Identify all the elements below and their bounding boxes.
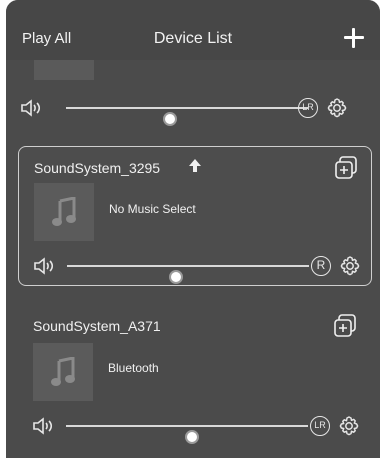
volume-slider[interactable]: [66, 107, 308, 126]
volume-slider-knob[interactable]: [184, 430, 199, 444]
music-note-icon: [51, 357, 75, 386]
gear-icon[interactable]: [338, 415, 360, 437]
volume-row: R: [19, 253, 371, 284]
speaker-icon[interactable]: [33, 417, 55, 435]
device-name: SoundSystem_A371: [33, 318, 161, 334]
volume-row: LR: [18, 413, 370, 444]
channel-lr-icon[interactable]: LR: [298, 98, 318, 118]
device-card[interactable]: SoundSystem_A371 Bluetooth LR: [18, 305, 370, 445]
channel-lr-icon[interactable]: LR: [310, 416, 330, 436]
music-status: Bluetooth: [108, 361, 159, 375]
gear-icon[interactable]: [339, 255, 361, 277]
volume-slider-knob[interactable]: [163, 112, 178, 126]
page-title: Device List: [153, 30, 233, 47]
device-list-screen: Play All Device List LR SoundSystem_3295: [6, 0, 380, 458]
add-to-group-icon[interactable]: [332, 313, 358, 339]
volume-row: LR: [6, 95, 358, 126]
volume-slider[interactable]: [66, 425, 308, 444]
speaker-icon[interactable]: [21, 99, 43, 117]
gear-icon[interactable]: [326, 97, 348, 119]
album-thumbnail: [34, 60, 94, 80]
plus-icon[interactable]: [344, 28, 364, 48]
channel-r-icon[interactable]: R: [311, 256, 331, 276]
volume-slider[interactable]: [67, 265, 309, 284]
volume-slider-knob[interactable]: [168, 270, 183, 284]
speaker-icon[interactable]: [34, 257, 56, 275]
album-thumbnail: [34, 183, 94, 241]
up-arrow-icon: [189, 159, 201, 172]
device-card-selected[interactable]: SoundSystem_3295 No Music Select R: [18, 146, 372, 286]
add-to-group-icon[interactable]: [333, 155, 359, 181]
music-status: No Music Select: [109, 202, 196, 216]
music-note-icon: [52, 197, 76, 226]
header-bar: Play All Device List: [6, 0, 380, 60]
album-thumbnail: [33, 343, 93, 401]
device-name: SoundSystem_3295: [34, 160, 161, 176]
